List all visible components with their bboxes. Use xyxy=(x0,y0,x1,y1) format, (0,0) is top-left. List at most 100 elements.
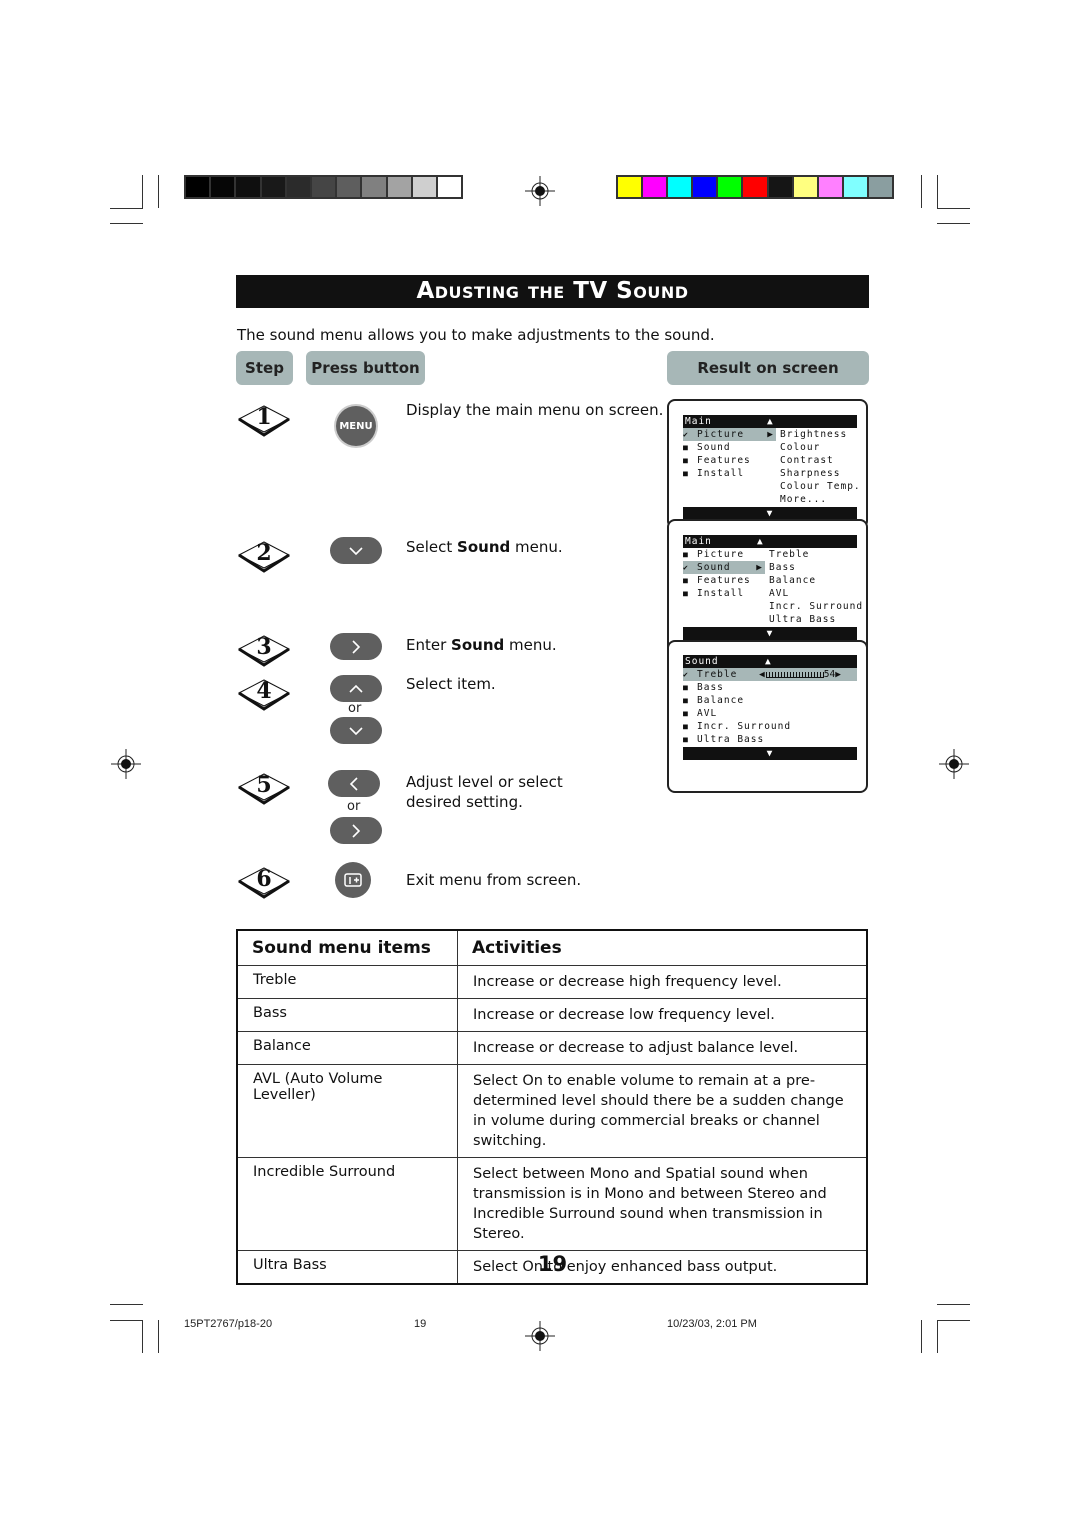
menu-item-name: Balance xyxy=(236,1031,458,1065)
item-label: Picture xyxy=(697,549,745,560)
item-label: Balance xyxy=(697,695,745,706)
or-label: or xyxy=(348,701,362,716)
item-mark: ■ xyxy=(683,696,689,705)
table-row: AVL (Auto Volume Leveller) Select On to e… xyxy=(236,1064,868,1158)
osd-header: Sound ▲ xyxy=(683,655,857,668)
color-swatch xyxy=(387,177,411,197)
registration-mark-icon xyxy=(525,176,555,206)
item-label: Incr. Surround xyxy=(697,721,792,732)
slider-track xyxy=(765,671,824,678)
item-mark: ✔ xyxy=(683,563,689,572)
item-mark: ■ xyxy=(683,456,689,465)
menu-button: MENU xyxy=(336,406,376,446)
osd-menu-item: ■ Incr. Surround xyxy=(683,720,857,733)
step-number-label: 5 xyxy=(256,772,272,798)
column-header: Sound menu items xyxy=(236,929,458,966)
color-swatch xyxy=(186,177,210,197)
menu-item-name: Incredible Surround xyxy=(236,1157,458,1251)
osd-menu-item: ■ Ultra Bass xyxy=(683,733,857,746)
crop-mark xyxy=(110,208,143,209)
color-swatch xyxy=(311,177,336,197)
cursor-down-button xyxy=(330,537,382,564)
color-swatch xyxy=(412,177,436,197)
registration-mark-icon xyxy=(939,749,969,779)
menu-item-activity: Increase or decrease high frequency leve… xyxy=(457,965,868,999)
item-mark: ✔ xyxy=(683,430,689,439)
crop-mark xyxy=(937,1320,970,1321)
osd-footer: ▼ xyxy=(683,747,857,760)
osd-submenu-item: Brightness xyxy=(780,429,848,440)
crop-mark xyxy=(142,175,143,208)
page-number: 19 xyxy=(537,1252,568,1276)
cursor-right-button xyxy=(330,817,382,844)
crop-mark xyxy=(937,175,938,208)
color-swatch xyxy=(668,177,692,197)
crop-mark xyxy=(110,1304,143,1305)
treble-slider: ◀ 54▶ xyxy=(759,668,842,681)
item-label: Ultra Bass xyxy=(697,734,765,745)
step-3-text: Enter Sound menu. xyxy=(406,635,557,655)
footer-file: 15PT2767/p18-20 xyxy=(184,1318,273,1330)
slider-value: 54 xyxy=(823,669,836,680)
osd-submenu-item: Colour Temp. xyxy=(780,481,861,492)
down-arrow-icon: ▼ xyxy=(766,748,774,759)
color-calibration-bar xyxy=(616,175,894,199)
menu-item-name: Ultra Bass xyxy=(236,1250,458,1285)
crop-mark xyxy=(937,223,970,224)
step-number-3: 3 xyxy=(237,632,293,668)
osd-submenu-item: Ultra Bass xyxy=(769,614,837,625)
triangle-right-icon: ▶ xyxy=(767,429,774,440)
color-swatch xyxy=(743,177,767,197)
item-mark: ■ xyxy=(683,550,689,559)
item-mark: ■ xyxy=(683,735,689,744)
osd-menu-item: ■ Sound xyxy=(683,441,776,454)
up-arrow-icon: ▲ xyxy=(767,416,774,427)
color-swatch xyxy=(437,177,462,197)
table-row: Incredible Surround Select between Mono a… xyxy=(236,1157,868,1251)
color-swatch xyxy=(768,177,792,197)
cursor-up-button xyxy=(330,675,382,702)
crop-mark xyxy=(142,1320,143,1353)
osd-menu-item: ✔ Sound ▶ xyxy=(683,561,765,574)
chevron-down-icon xyxy=(349,546,363,555)
step-number-2: 2 xyxy=(237,538,293,574)
osd-submenu-item: Treble xyxy=(769,549,810,560)
osd-menu-item: ✔ Treble ◀ 54▶ xyxy=(683,668,857,681)
menu-item-name: Bass xyxy=(236,998,458,1032)
step-number-label: 6 xyxy=(256,866,272,892)
table-row: Balance Increase or decrease to adjust ba… xyxy=(236,1031,868,1065)
text: Select xyxy=(406,538,458,556)
osd-title: Main xyxy=(685,536,712,547)
osd-menu-item: ■ Bass xyxy=(683,681,857,694)
color-swatch xyxy=(793,177,817,197)
color-swatch xyxy=(618,177,642,197)
menu-item-activity: Select On to enable volume to remain at … xyxy=(457,1064,868,1158)
osd-submenu-item: Balance xyxy=(769,575,817,586)
color-swatch xyxy=(843,177,867,197)
chevron-left-icon xyxy=(349,776,358,791)
color-swatch xyxy=(261,177,285,197)
item-label: Features xyxy=(697,575,751,586)
osd-submenu-item: Bass xyxy=(769,562,796,573)
table-row: Treble Increase or decrease high frequenc… xyxy=(236,965,868,999)
text: menu. xyxy=(510,538,563,556)
osd-submenu-item: Sharpness xyxy=(780,468,841,479)
menu-item-activity: Select On to enjoy enhanced bass output. xyxy=(457,1250,868,1285)
down-arrow-icon: ▼ xyxy=(766,508,774,519)
osd-header: Main ▲ xyxy=(683,415,857,428)
color-swatch xyxy=(211,177,235,197)
step-4-text: Select item. xyxy=(406,675,496,693)
step-number-6: 6 xyxy=(237,864,293,900)
or-label: or xyxy=(347,799,361,814)
press-button-header: Press button xyxy=(306,351,425,385)
item-mark: ■ xyxy=(683,709,689,718)
crop-mark xyxy=(937,208,970,209)
item-label: Bass xyxy=(697,682,724,693)
osd-menu-item: ■ AVL xyxy=(683,707,857,720)
osd-submenu-item: Incr. Surround xyxy=(769,601,864,612)
intro-text: The sound menu allows you to make adjust… xyxy=(237,326,715,344)
registration-mark-icon xyxy=(525,1321,555,1351)
color-swatch xyxy=(337,177,361,197)
color-swatch xyxy=(818,177,842,197)
crop-mark xyxy=(158,175,159,208)
